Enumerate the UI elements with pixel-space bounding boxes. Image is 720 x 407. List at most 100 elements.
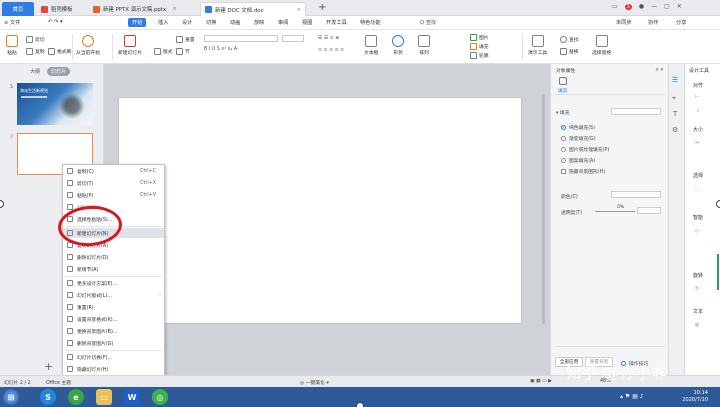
textbox-button[interactable]: 文本框 — [364, 35, 378, 56]
radio-picture-fill[interactable]: 图片或纹理填充(P) — [561, 146, 609, 153]
outline-button[interactable]: 轮廓 — [470, 52, 489, 59]
undo-icon[interactable]: ↶ ↷ ▾ — [48, 19, 63, 25]
close-tab-icon[interactable]: × — [297, 7, 302, 13]
menu-developer[interactable]: 开发工具 — [326, 19, 347, 26]
ctx-more-designs[interactable]: 更多设计方案(E)... — [63, 278, 164, 288]
reset-button[interactable]: 重置 — [176, 36, 195, 43]
menu-slideshow[interactable]: 放映 — [254, 19, 264, 26]
radio-solid-fill[interactable]: 纯色填充(S) — [561, 124, 595, 131]
ctx-paste[interactable]: 粘贴(P) Ctrl+V — [63, 190, 164, 200]
menu-insert[interactable]: 插入 — [158, 19, 168, 26]
tab-slides[interactable]: 幻灯片 — [47, 67, 71, 76]
transparency-slider[interactable] — [595, 211, 635, 212]
hide-background-checkbox[interactable]: 隐藏背景图形(H) — [561, 168, 605, 175]
shapes-button[interactable]: 形状 — [392, 35, 404, 56]
align-buttons[interactable]: ≡ ≡ ≡ ≡ ≡ — [318, 48, 344, 53]
radio-pattern-fill[interactable]: 图案填充(A) — [561, 157, 595, 164]
picture-button[interactable]: 图片 — [470, 34, 489, 41]
slide-canvas[interactable] — [118, 97, 522, 324]
tab-doc[interactable]: 新建 DOC 文档.doc × — [200, 2, 307, 16]
fill-section-header[interactable]: ▾ 填充 — [556, 109, 570, 116]
settings-icon[interactable]: ⚙ — [672, 126, 678, 134]
layout-button[interactable]: 版式 — [154, 48, 173, 55]
menu-view[interactable]: 视图 — [302, 19, 312, 26]
start-button[interactable]: ⊞ — [3, 389, 19, 405]
wps-icon[interactable]: W — [124, 389, 140, 405]
copy-button[interactable]: 复制 — [26, 48, 45, 55]
arrange-button[interactable]: 排列 — [418, 35, 430, 56]
avatar[interactable]: ● — [639, 3, 644, 10]
beautify-button[interactable]: ◎ 一键美化 ▾ — [300, 379, 329, 386]
tab-pptx[interactable]: 新建 PPTX 演示文稿.pptx × — [89, 2, 181, 16]
fill-tab-icon[interactable] — [559, 77, 567, 85]
panel-close-icon[interactable]: × ▾ — [655, 67, 663, 73]
find-button[interactable]: 查找 — [560, 36, 579, 43]
presenter-tools-button[interactable]: 演示工具 — [528, 35, 547, 56]
text-icon[interactable]: T — [673, 110, 677, 118]
search-button[interactable]: Q 查找 — [420, 19, 436, 26]
replace-button[interactable]: 替换 — [560, 48, 579, 55]
paste-button[interactable]: 粘贴 — [6, 35, 18, 56]
ctx-hide-slide[interactable]: 隐藏幻灯片(H) — [63, 364, 164, 374]
tray-icons[interactable]: ▴ ⚑ ▤ ♪ — [620, 393, 644, 400]
ctx-slide-transition[interactable]: 幻灯片切换(F)... — [63, 352, 164, 362]
smart-icon[interactable]: ◇ — [695, 228, 699, 234]
folder-icon[interactable]: ▭ — [96, 389, 112, 405]
cut-button[interactable]: 剪切 — [26, 36, 45, 43]
close-icon[interactable]: ✕ — [677, 3, 682, 10]
ctx-delete-slide[interactable]: 删除幻灯片(D) — [63, 252, 164, 262]
align-icon[interactable]: ⊢ — [695, 94, 699, 100]
ctx-slide-layout[interactable]: 幻灯片版式(L)... › — [63, 290, 164, 300]
select-icon[interactable]: ⬚ — [695, 186, 700, 192]
menu-transition[interactable]: 切换 — [206, 19, 216, 26]
browser-icon[interactable]: e — [68, 389, 84, 405]
ctx-change-bg-picture[interactable]: 更换背景图片(B)... — [63, 326, 164, 336]
ctx-reset[interactable]: 重置(R) — [63, 302, 164, 312]
menu-animation[interactable]: 动画 — [230, 19, 240, 26]
menu-home[interactable]: 开始 — [128, 18, 147, 27]
new-tab-button[interactable]: + — [318, 2, 326, 13]
menu-design[interactable]: 设计 — [182, 19, 192, 26]
align-icon[interactable]: ⊣ — [695, 108, 699, 114]
select-icon[interactable]: ⌖ — [672, 94, 676, 103]
section-button[interactable]: 节 — [176, 48, 190, 55]
sogou-icon[interactable]: S — [40, 389, 56, 405]
wechat-icon[interactable]: ◎ — [152, 389, 168, 405]
rotate-icon[interactable]: ↻ — [695, 286, 699, 292]
vertical-scrollbar[interactable] — [542, 94, 545, 324]
tab-home[interactable]: 首页 — [2, 2, 34, 16]
properties-icon[interactable]: ☰ — [672, 76, 678, 84]
format-painter-button[interactable]: 格式刷 — [48, 48, 71, 55]
ctx-copy[interactable]: 复制(C) Ctrl+C — [63, 166, 164, 176]
collab-button[interactable]: 协作 — [648, 19, 658, 26]
close-tab-icon[interactable]: × — [172, 6, 177, 12]
new-slide-button[interactable]: 新建幻灯片 — [118, 35, 142, 56]
menu-file[interactable]: ≡ 文件 — [4, 19, 20, 26]
add-slide-button[interactable]: + — [44, 360, 53, 373]
ctx-add-section[interactable]: 新增节(A) — [63, 264, 164, 274]
minimize-icon[interactable]: — — [651, 3, 657, 10]
fill-type-select[interactable] — [611, 108, 661, 115]
tab-fill[interactable]: 填充 — [558, 87, 568, 94]
font-name-select[interactable] — [204, 35, 278, 42]
transparency-input[interactable] — [637, 207, 661, 214]
paragraph-buttons[interactable]: ☰ ☰ ≡ ≣ — [318, 36, 339, 41]
font-format-buttons[interactable]: B I U S x² x₂ A· — [204, 47, 239, 52]
play-from-current-button[interactable]: 从当前开始 — [76, 35, 100, 56]
color-select[interactable] — [611, 191, 661, 198]
tab-templates[interactable]: 稻壳模板 — [37, 2, 77, 16]
share-button[interactable]: 分享 — [676, 19, 686, 26]
ctx-cut[interactable]: 剪切(T) Ctrl+X — [63, 178, 164, 188]
size-icon[interactable]: ⇔ — [695, 140, 699, 146]
radio-gradient-fill[interactable]: 渐变填充(G) — [561, 135, 596, 142]
ctx-delete-bg-picture[interactable]: 删除背景图片(G) — [63, 338, 164, 348]
select-pane-button[interactable]: 选择窗格 — [592, 35, 611, 56]
layout-icon[interactable]: ▭ — [612, 3, 618, 10]
menu-features[interactable]: 特色功能 — [360, 19, 381, 26]
notification-badge[interactable]: 1 — [624, 3, 632, 10]
maximize-icon[interactable]: ▢ — [664, 3, 670, 10]
slide-thumbnail-1[interactable]: 海派生活新视觉 — [17, 83, 93, 125]
view-buttons[interactable]: ▣ ▦ ▭ ▶ — [530, 379, 552, 384]
ctx-background-format[interactable]: 设置背景格式(K)... — [63, 314, 164, 324]
sync-status[interactable]: 未同步 — [616, 19, 632, 26]
